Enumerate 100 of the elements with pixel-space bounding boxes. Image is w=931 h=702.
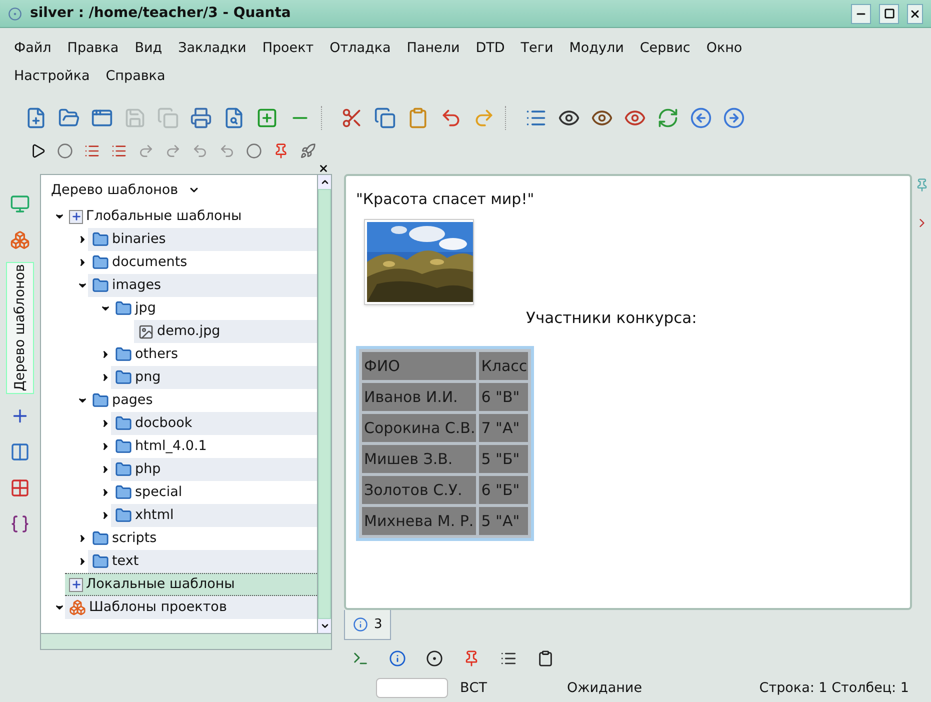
menu-item[interactable]: Настройка <box>14 62 90 90</box>
close-icon[interactable] <box>318 162 329 174</box>
printer-icon[interactable] <box>189 106 213 130</box>
folder-icon <box>115 438 132 455</box>
rocket-icon[interactable] <box>300 143 316 159</box>
tree-item-label: binaries <box>112 230 166 250</box>
menu-item[interactable]: Справка <box>106 62 166 90</box>
tree-item[interactable]: demo.jpg <box>134 320 317 343</box>
tree-item[interactable]: scripts <box>88 527 317 550</box>
tree-item-label: special <box>135 483 182 502</box>
step-icon[interactable] <box>219 143 235 159</box>
menu-item[interactable]: Теги <box>520 34 554 62</box>
folder-icon <box>115 300 132 317</box>
tree-item[interactable]: Локальные шаблоны <box>65 573 317 596</box>
tree-item[interactable]: pages <box>88 389 317 412</box>
tree-item-label: others <box>135 345 178 364</box>
tree-item-label: php <box>135 460 161 480</box>
forward-icon[interactable] <box>722 106 746 130</box>
caption-text: Участники конкурса: <box>526 308 698 328</box>
tree-item[interactable]: php <box>111 458 317 481</box>
status-position: Строка: 1 Столбец: 1 <box>759 678 909 698</box>
table-cell: 5 "Б" <box>479 444 528 473</box>
clipboard-icon[interactable] <box>537 650 554 666</box>
horizontal-scrollbar[interactable] <box>41 633 331 649</box>
menu-item[interactable]: DTD <box>476 34 505 62</box>
menu-item[interactable]: Панели <box>406 34 460 62</box>
folder-icon <box>92 277 109 294</box>
tree-item[interactable]: text <box>88 550 317 573</box>
tree-item-label: jpg <box>135 299 156 318</box>
pin-icon[interactable] <box>273 143 289 159</box>
side-tab[interactable]: Дерево шаблонов <box>6 262 34 394</box>
tree-item-label: Глобальные шаблоны <box>86 207 242 226</box>
tree-item[interactable]: binaries <box>88 228 317 251</box>
menu-item[interactable]: Вид <box>134 34 162 62</box>
scroll-down-icon[interactable] <box>320 621 330 631</box>
table-cell: 6 "Б" <box>479 476 528 504</box>
menu-item[interactable]: Правка <box>67 34 119 62</box>
menu-item[interactable]: Отладка <box>330 34 391 62</box>
list-icon[interactable] <box>111 143 127 159</box>
menu-item[interactable]: Закладки <box>178 34 246 62</box>
tree-item-label: text <box>112 552 139 572</box>
tree-item[interactable]: Глобальные шаблоны <box>65 205 317 228</box>
columns-icon <box>10 442 30 462</box>
table-cell: 7 "А" <box>479 414 528 442</box>
tree-item[interactable]: jpg <box>111 297 317 320</box>
play-icon[interactable] <box>30 143 46 159</box>
folder-icon <box>92 392 109 409</box>
folder-icon <box>92 254 109 271</box>
pin-icon[interactable] <box>463 650 480 666</box>
info-icon[interactable] <box>389 650 406 666</box>
tree-item[interactable]: html_4.0.1 <box>111 435 317 458</box>
tree-item-label: pages <box>112 391 153 410</box>
menu-item[interactable]: Модули <box>569 34 624 62</box>
folder-icon <box>92 530 109 547</box>
template-icon <box>69 210 83 224</box>
template-icon <box>69 578 83 592</box>
status-state: Ожидание <box>566 678 642 698</box>
app-icon <box>8 6 22 20</box>
refresh-icon[interactable] <box>656 106 680 130</box>
menu-item[interactable]: Сервис <box>640 34 690 62</box>
tree-item[interactable]: documents <box>88 251 317 274</box>
maximize-icon <box>884 8 894 19</box>
table-cell: 5 "А" <box>479 506 528 535</box>
circle-icon[interactable] <box>426 650 443 666</box>
menu-item[interactable]: Проект <box>262 34 314 62</box>
table-cell: Золотов С.У. <box>362 476 476 504</box>
menu-item[interactable]: Файл <box>14 34 52 62</box>
status-field <box>376 678 448 698</box>
folder-icon <box>92 231 109 248</box>
list-icon[interactable] <box>84 143 100 159</box>
tree-view-dropdown[interactable]: Дерево шаблонов <box>41 175 317 205</box>
table-cell: Мишев З.В. <box>362 444 476 473</box>
step-icon[interactable] <box>192 143 208 159</box>
window-title: silver : /home/teacher/3 - Quanta <box>30 4 292 23</box>
tree-item[interactable]: others <box>111 343 317 366</box>
folder-icon <box>115 415 132 432</box>
vertical-scrollbar[interactable] <box>317 175 331 633</box>
maximize-button[interactable] <box>879 4 899 24</box>
menu-item[interactable]: Окно <box>706 34 742 62</box>
tree-item[interactable]: png <box>111 366 317 389</box>
scrollbar-thumb[interactable] <box>319 190 330 618</box>
table-cell: Сорокина С.В. <box>362 414 476 442</box>
minimize-button[interactable] <box>851 4 871 24</box>
tree-item[interactable]: special <box>111 481 317 504</box>
document-tab[interactable]: 3 <box>344 610 392 640</box>
scroll-up-icon[interactable] <box>320 177 330 187</box>
step-icon[interactable] <box>138 143 154 159</box>
step-icon[interactable] <box>165 143 181 159</box>
copy-icon[interactable] <box>373 106 397 130</box>
tree-item[interactable]: docbook <box>111 412 317 435</box>
tree-item[interactable]: Шаблоны проектов <box>65 596 317 619</box>
plus-icon[interactable] <box>255 106 279 130</box>
back-icon[interactable] <box>689 106 713 130</box>
tree-item[interactable]: xhtml <box>111 504 317 527</box>
heading-text: "Красота спасет мир!" <box>356 189 536 210</box>
tree-item[interactable]: images <box>88 274 317 297</box>
tree-item-label: png <box>135 368 161 388</box>
cubes-icon <box>69 599 86 616</box>
close-button[interactable] <box>907 4 923 24</box>
folder-icon <box>115 369 132 386</box>
